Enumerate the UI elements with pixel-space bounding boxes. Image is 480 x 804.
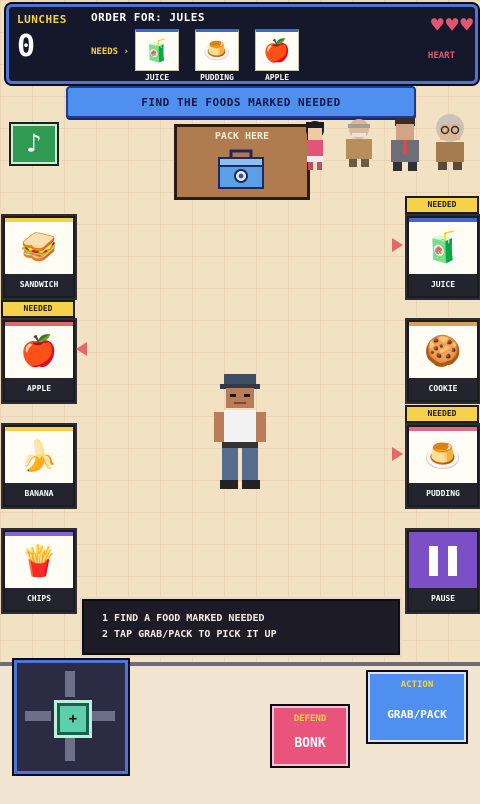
heart-label: HEART — [427, 51, 455, 61]
food-card-pudding[interactable]: 🍮 PUDDING — [407, 425, 479, 507]
juice-box-icon: 🧃 — [135, 29, 179, 71]
npc-old-man — [346, 119, 372, 167]
apple-icon: 🍎 — [255, 29, 299, 71]
need-juice: 🧃 JUICE — [135, 29, 179, 82]
card-accent — [409, 218, 477, 222]
food-card-apple[interactable]: 🍎 APPLE — [3, 320, 75, 402]
needed-tag: NEEDED — [1, 300, 75, 318]
need-label: JUICE — [144, 73, 170, 82]
grab-pack-button[interactable]: ACTION GRAB/PACK — [366, 670, 468, 744]
card-accent — [5, 427, 73, 431]
pause-icon — [429, 546, 457, 576]
bonk-button[interactable]: DEFEND BONK — [270, 704, 350, 768]
npc-girl — [306, 121, 324, 170]
player-character — [214, 374, 266, 489]
pudding-icon: 🍮 — [424, 439, 462, 474]
lunches-count: 0 — [17, 29, 36, 64]
food-card-cookie[interactable]: 🍪 COOKIE — [407, 320, 479, 402]
pause-button[interactable]: PAUSE — [407, 530, 479, 612]
card-accent — [409, 427, 477, 431]
need-label: PUDDING — [200, 73, 234, 82]
objective-text: FIND THE FOODS MARKED NEEDED — [141, 95, 341, 109]
card-accent — [5, 532, 73, 536]
hint-box: 1 FIND A FOOD MARKED NEEDED 2 TAP GRAB/P… — [82, 599, 400, 655]
banana-icon: 🍌 — [20, 439, 58, 474]
card-accent — [5, 322, 73, 326]
food-label: JUICE — [409, 274, 477, 296]
food-card-chips[interactable]: 🍟 CHIPS — [3, 530, 75, 612]
needed-tag: NEEDED — [405, 405, 479, 423]
hint-line-2: 2 TAP GRAB/PACK TO PICK IT UP — [102, 629, 277, 640]
hint-line-1: 1 FIND A FOOD MARKED NEEDED — [102, 613, 265, 624]
action-label: ACTION — [400, 680, 434, 690]
chips-bag-icon: 🍟 — [20, 544, 58, 579]
dpad[interactable]: + — [14, 660, 128, 774]
food-card-sandwich[interactable]: 🥪 SANDWICH — [3, 216, 75, 298]
dpad-up[interactable] — [65, 671, 75, 697]
lunches-label: LUNCHES — [17, 13, 67, 26]
needed-arrow-icon — [392, 447, 403, 461]
pause-label: PAUSE — [409, 588, 477, 610]
dpad-down[interactable] — [65, 735, 75, 761]
npc-man-suit — [391, 118, 419, 171]
pack-zone[interactable]: PACK HERE — [174, 124, 310, 200]
heart-icon: ♥ — [460, 13, 473, 37]
needs-label: NEEDS › — [91, 47, 129, 57]
lunchbox-icon — [218, 149, 264, 189]
objective-banner: FIND THE FOODS MARKED NEEDED — [66, 86, 416, 118]
pack-zone-label: PACK HERE — [214, 131, 270, 142]
grab-pack-label: GRAB/PACK — [387, 708, 447, 721]
juice-box-icon: 🧃 — [424, 230, 462, 265]
needed-tag: NEEDED — [405, 196, 479, 214]
food-label: SANDWICH — [5, 274, 73, 296]
defend-label: DEFEND — [293, 714, 327, 724]
sandwich-icon: 🥪 — [20, 230, 58, 265]
music-note-icon: ♪ — [26, 129, 42, 159]
bonk-label: BONK — [294, 736, 326, 751]
dpad-left[interactable] — [25, 711, 51, 721]
apple-icon: 🍎 — [20, 334, 58, 369]
need-label: APPLE — [264, 73, 290, 82]
food-card-juice[interactable]: 🧃 JUICE — [407, 216, 479, 298]
needed-arrow-icon — [76, 342, 87, 356]
cookie-icon: 🍪 — [424, 334, 462, 369]
need-pudding: 🍮 PUDDING — [195, 29, 239, 82]
needed-arrow-icon — [392, 238, 403, 252]
dpad-center[interactable]: + — [57, 703, 89, 735]
food-card-banana[interactable]: 🍌 BANANA — [3, 425, 75, 507]
food-label: COOKIE — [409, 378, 477, 400]
pudding-icon: 🍮 — [195, 29, 239, 71]
order-for-label: ORDER FOR: JULES — [91, 11, 205, 24]
card-accent — [5, 218, 73, 222]
hud-panel: LUNCHES 0 ORDER FOR: JULES NEEDS › 🧃 JUI… — [6, 4, 478, 84]
food-label: APPLE — [5, 378, 73, 400]
need-apple: 🍎 APPLE — [255, 29, 299, 82]
music-toggle-button[interactable]: ♪ — [9, 122, 59, 166]
food-label: BANANA — [5, 483, 73, 505]
heart-icon: ♥ — [445, 13, 459, 37]
food-label: PUDDING — [409, 483, 477, 505]
dpad-right[interactable] — [89, 711, 115, 721]
npc-grandma — [436, 114, 464, 170]
heart-icon: ♥ — [431, 13, 444, 37]
food-label: CHIPS — [5, 588, 73, 610]
card-accent — [409, 322, 477, 326]
hearts-meter: ♥ ♥ ♥ — [431, 15, 473, 36]
